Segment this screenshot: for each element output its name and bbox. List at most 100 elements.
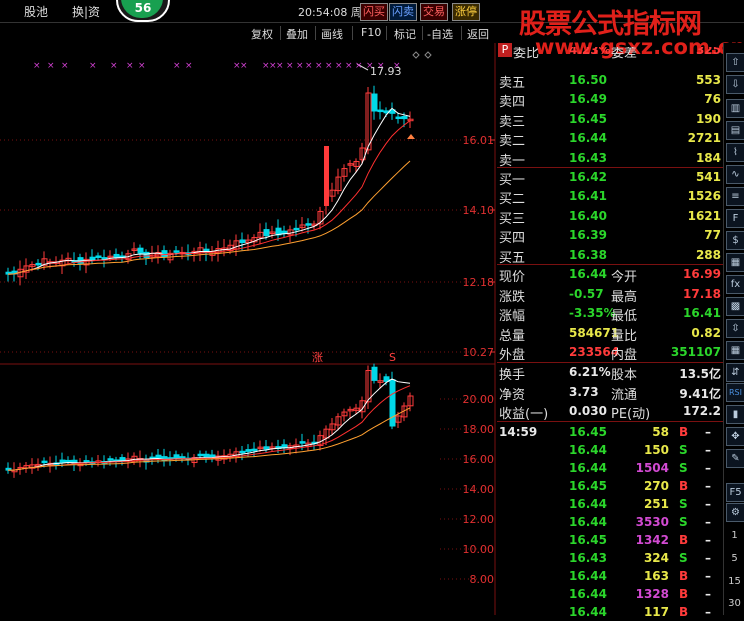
- draw-line-button[interactable]: 画线: [321, 26, 343, 42]
- stat-label: 量比: [611, 328, 638, 344]
- tick-price: 16.43: [569, 551, 607, 565]
- signal-x-marker: ×: [33, 61, 41, 71]
- candle-body: [371, 93, 378, 112]
- candle-body: [143, 251, 150, 258]
- stat-label: 最高: [611, 289, 638, 305]
- tick-side: S: [679, 461, 688, 475]
- signal-x-marker: ×: [355, 61, 363, 71]
- f5-icon[interactable]: F5: [726, 483, 744, 502]
- finance-row: 净资 3.73 流通 9.41亿: [497, 383, 723, 403]
- stat-label: 涨幅: [499, 309, 526, 324]
- tick-side: S: [679, 497, 688, 511]
- minute-chart-icon[interactable]: ∿: [726, 165, 744, 184]
- bid-label: 买一: [499, 173, 526, 188]
- finance-value: 172.2: [683, 404, 721, 418]
- arrow-down-icon[interactable]: ⇩: [726, 75, 744, 94]
- tick-price: 16.44: [569, 569, 607, 583]
- chart-icon[interactable]: ▦: [726, 253, 744, 272]
- ask-price: 16.43: [569, 150, 607, 165]
- sort-icon[interactable]: ⇵: [726, 363, 744, 382]
- scroll-marker: [412, 51, 420, 59]
- tick-row: 16.43 324 S –: [497, 549, 723, 567]
- tick-price: 16.45: [569, 533, 607, 547]
- finance-row: 收益(一) 0.030 PE(动) 172.2: [497, 402, 723, 422]
- bid-price: 16.40: [569, 208, 607, 223]
- kline-icon[interactable]: ▥: [726, 99, 744, 118]
- trade-button[interactable]: 交易: [420, 3, 448, 21]
- bid-label: 买三: [499, 211, 526, 227]
- tick-volume: 251: [643, 497, 669, 511]
- lower-axis-label: 16.00: [463, 453, 495, 466]
- tick-volume: 1328: [635, 587, 669, 601]
- signal-x-marker: ×: [240, 61, 248, 71]
- period-15[interactable]: 15: [726, 576, 743, 587]
- tick-side: B: [679, 569, 689, 583]
- f10-button[interactable]: F10: [361, 26, 381, 39]
- flash-buy-button[interactable]: 闪买: [360, 3, 388, 21]
- limit-up-button[interactable]: 涨停: [452, 3, 480, 21]
- tick-price: 16.44: [569, 443, 607, 457]
- fund-icon[interactable]: F: [726, 209, 744, 228]
- move-icon[interactable]: ✥: [726, 427, 744, 446]
- stat-label: 涨跌: [499, 289, 526, 305]
- chart-toolbar: 复权 叠加 画线 F10 标记 -自选 返回: [0, 23, 495, 43]
- stat-row: 现价 16.44 今开 16.99: [497, 265, 723, 285]
- dollar-icon[interactable]: $: [726, 231, 744, 250]
- ask-row: 卖一 16.43 184: [497, 149, 723, 169]
- settings-icon[interactable]: ⚙: [726, 503, 744, 522]
- price-axis-label: 16.01: [463, 134, 495, 147]
- notification-badge[interactable]: 56: [116, 0, 170, 22]
- finance-label: 换手: [499, 368, 526, 383]
- ask-volume: 190: [695, 111, 721, 126]
- back-button[interactable]: 返回: [467, 26, 489, 42]
- finance-value: 13.5亿: [679, 367, 721, 381]
- mark-button[interactable]: 标记: [394, 26, 416, 42]
- period-1[interactable]: 1: [726, 530, 743, 541]
- limit-up-candle: [324, 146, 329, 206]
- high-price-label: 17.93: [370, 65, 402, 78]
- adjust-button[interactable]: 复权: [251, 26, 273, 42]
- signal-x-marker: ×: [126, 61, 134, 71]
- tick-dash: –: [705, 551, 711, 565]
- bid-row: 买五 16.38 288: [497, 246, 723, 266]
- ask-label: 卖二: [499, 134, 526, 150]
- tick-price: 16.44: [569, 587, 607, 601]
- fx-icon[interactable]: fx: [726, 275, 744, 294]
- scale-icon[interactable]: ⇳: [726, 319, 744, 338]
- finance-value: 6.21%: [569, 365, 611, 379]
- overlay-button[interactable]: 叠加: [286, 26, 308, 42]
- period-5[interactable]: 5: [726, 553, 743, 564]
- arrow-up-icon[interactable]: ⇧: [726, 53, 744, 72]
- kline-chart[interactable]: × × × × × × × × × × × × × × × × × × × × × × × × × 16.01 14.10 12…: [0, 43, 496, 615]
- stat-value: -0.57: [569, 286, 604, 301]
- tick-side: S: [679, 515, 688, 529]
- rank-icon[interactable]: ▮: [726, 405, 744, 424]
- tick-row: 16.44 1504 S –: [497, 459, 723, 477]
- list-icon[interactable]: ≡: [726, 187, 744, 206]
- tick-row: 16.45 270 B –: [497, 477, 723, 495]
- stat-row: 外盘 233564 内盘 351107: [497, 343, 723, 363]
- period-30[interactable]: 30: [726, 598, 743, 609]
- signal-x-marker: ×: [276, 61, 284, 71]
- lower-candle-body: [251, 448, 258, 452]
- signal-x-marker: ×: [61, 61, 69, 71]
- rsi-icon[interactable]: RSI: [726, 383, 744, 402]
- tick-price: 16.44: [569, 605, 607, 619]
- tab-stock-pool[interactable]: 股池: [24, 3, 48, 20]
- remove-watchlist-button[interactable]: -自选: [427, 26, 453, 42]
- grid-icon[interactable]: ▩: [726, 297, 744, 316]
- table-icon[interactable]: ▦: [726, 341, 744, 360]
- candle-icon[interactable]: ▤: [726, 121, 744, 140]
- tab-switch[interactable]: 换|资: [72, 3, 100, 20]
- candle-body: [35, 262, 42, 266]
- bid-row: 买四 16.39 77: [497, 226, 723, 246]
- ask-volume: 76: [704, 92, 721, 107]
- flash-sell-button[interactable]: 闪卖: [389, 3, 417, 21]
- trend-icon[interactable]: ⌇: [726, 143, 744, 162]
- bid-label: 买二: [499, 192, 526, 208]
- pen-icon[interactable]: ✎: [726, 449, 744, 468]
- stat-value: 16.99: [683, 267, 721, 281]
- tick-side: S: [679, 551, 688, 565]
- cost-marker: [407, 134, 415, 139]
- bid-volume: 1526: [687, 189, 721, 204]
